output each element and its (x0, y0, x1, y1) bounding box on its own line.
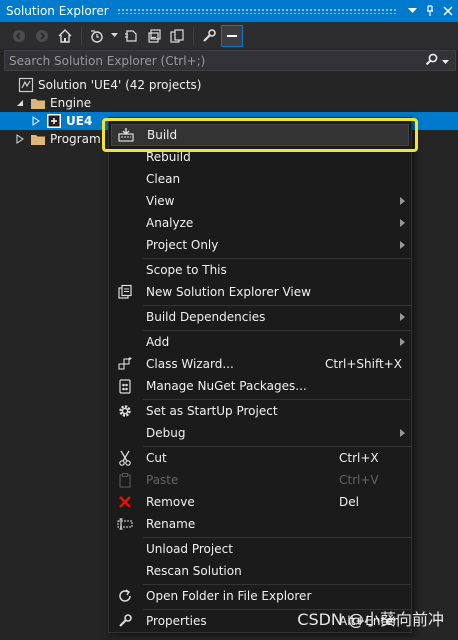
submenu-arrow-icon (395, 313, 409, 321)
menu-item-manage-nuget[interactable]: Manage NuGet Packages... (111, 375, 409, 397)
menu-item-set-startup-project[interactable]: Set as StartUp Project (111, 400, 409, 422)
cpp-project-icon (46, 113, 62, 129)
menu-item-open-folder[interactable]: Open Folder in File Explorer (111, 585, 409, 607)
menu-item-paste[interactable]: Paste Ctrl+V (111, 469, 409, 491)
menu-item-class-wizard[interactable]: Class Wizard... Ctrl+Shift+X (111, 353, 409, 375)
build-icon (112, 124, 140, 146)
new-view-icon (111, 281, 139, 303)
context-menu: Build Rebuild Clean View Analyze Project… (108, 117, 412, 633)
title-bar: Solution Explorer (0, 0, 458, 22)
menu-item-analyze[interactable]: Analyze (111, 212, 409, 234)
toolbar-separator (81, 26, 82, 45)
nuget-icon (111, 375, 139, 397)
menu-item-view[interactable]: View (111, 190, 409, 212)
menu-item-rename[interactable]: Rename (111, 513, 409, 535)
solution-icon (18, 77, 34, 93)
properties-wrench-icon[interactable] (198, 25, 220, 47)
engine-label: Engine (50, 96, 92, 110)
preview-selected-items-icon[interactable] (221, 24, 243, 47)
title-drag-grip[interactable] (116, 8, 396, 14)
back-icon[interactable] (8, 25, 30, 47)
show-all-files-icon[interactable] (166, 25, 188, 47)
menu-item-new-solution-explorer-view[interactable]: New Solution Explorer View (111, 281, 409, 303)
menu-item-remove[interactable]: Remove Del (111, 491, 409, 513)
solution-label: Solution 'UE4' (42 projects) (38, 78, 202, 92)
search-options-dropdown-icon[interactable] (442, 54, 449, 68)
menu-item-debug[interactable]: Debug (111, 422, 409, 444)
submenu-arrow-icon (395, 219, 409, 227)
window-title: Solution Explorer (6, 4, 109, 18)
toolbar-separator (193, 26, 194, 45)
submenu-arrow-icon (395, 241, 409, 249)
collapse-all-icon[interactable] (143, 25, 165, 47)
toolbar (0, 22, 458, 49)
search-input[interactable] (9, 53, 425, 68)
menu-item-build[interactable]: Build (111, 124, 409, 146)
collapsed-arrow-icon[interactable] (14, 133, 26, 145)
submenu-arrow-icon (395, 197, 409, 205)
menu-item-cut[interactable]: Cut Ctrl+X (111, 447, 409, 469)
menu-item-scope-to-this[interactable]: Scope to This (111, 259, 409, 281)
filter-dropdown-icon[interactable] (109, 25, 119, 47)
expanded-arrow-icon[interactable] (14, 97, 26, 109)
rename-icon (111, 513, 139, 535)
pending-changes-filter-icon[interactable] (86, 25, 108, 47)
menu-item-rebuild[interactable]: Rebuild (111, 146, 409, 168)
class-wizard-icon (111, 353, 139, 375)
collapsed-arrow-icon[interactable] (30, 115, 42, 127)
tree-node-engine[interactable]: Engine (0, 94, 458, 112)
gear-icon (111, 400, 139, 422)
menu-item-rescan-solution[interactable]: Rescan Solution (111, 560, 409, 582)
menu-item-clean[interactable]: Clean (111, 168, 409, 190)
open-folder-refresh-icon (111, 585, 139, 607)
menu-item-add[interactable]: Add (111, 331, 409, 353)
home-icon[interactable] (54, 25, 76, 47)
pin-icon[interactable] (422, 3, 438, 19)
tree-node-solution[interactable]: Solution 'UE4' (42 projects) (0, 76, 458, 94)
sync-with-active-document-icon[interactable] (120, 25, 142, 47)
search-box[interactable] (4, 50, 456, 71)
menu-item-build-dependencies[interactable]: Build Dependencies (111, 306, 409, 328)
close-icon[interactable] (440, 3, 456, 19)
remove-x-icon (111, 491, 139, 513)
submenu-arrow-icon (395, 429, 409, 437)
wrench-icon (111, 610, 139, 632)
folder-icon (30, 95, 46, 111)
ue4-label: UE4 (66, 114, 93, 128)
folder-icon (30, 131, 46, 147)
programs-label: Program (50, 132, 101, 146)
paste-icon (111, 469, 139, 491)
scissors-icon (111, 447, 139, 469)
submenu-arrow-icon (395, 338, 409, 346)
menu-item-unload-project[interactable]: Unload Project (111, 538, 409, 560)
forward-icon[interactable] (31, 25, 53, 47)
watermark-text: CSDN @小葵向前冲 (297, 610, 444, 629)
dropdown-arrow-icon[interactable] (404, 3, 420, 19)
menu-item-project-only[interactable]: Project Only (111, 234, 409, 256)
search-icon[interactable] (425, 53, 438, 69)
